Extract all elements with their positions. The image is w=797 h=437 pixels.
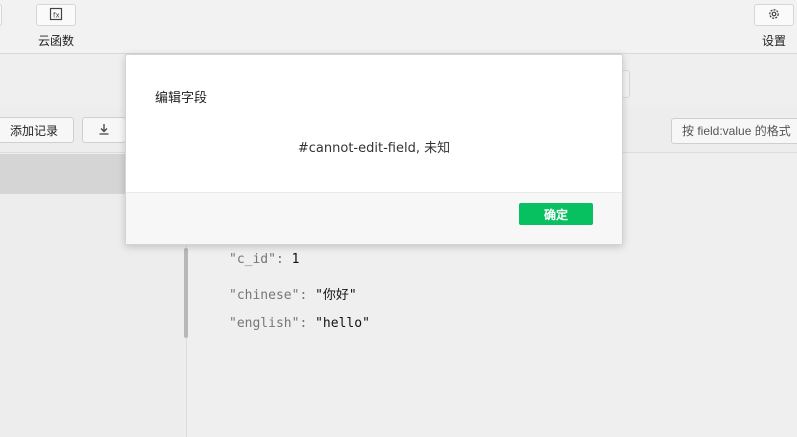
json-field-line: "chinese": "你好" [229,288,357,303]
json-key: "english" [229,316,300,331]
settings-label: 设置 [762,34,787,48]
filter-input[interactable]: 按 field:value 的格式 [671,118,797,144]
download-icon [97,121,111,140]
gear-icon [767,6,781,25]
json-value[interactable]: "你好" [315,288,357,303]
cloud-functions-button[interactable]: fx [36,4,76,26]
json-key: "c_id" [229,252,276,267]
json-value[interactable]: 1 [292,252,300,267]
settings-button[interactable] [754,4,794,26]
add-record-button[interactable]: 添加记录 [0,117,74,143]
cloud-functions-label: 云函数 [38,34,75,48]
svg-text:fx: fx [53,11,60,19]
function-box-icon: fx [49,6,63,25]
dialog-footer: 确定 [126,192,622,244]
json-value[interactable]: "hello" [315,316,370,331]
toolbar-button-partial[interactable] [0,4,2,26]
dialog-message: #cannot-edit-field, 未知 [297,141,451,156]
dialog-title: 编辑字段 [155,91,208,106]
json-key: "chinese" [229,288,300,303]
json-field-line: "english": "hello" [229,316,370,331]
json-field-line: "c_id": 1 [229,252,300,267]
confirm-button[interactable]: 确定 [519,203,593,225]
export-button[interactable] [82,117,126,143]
edit-field-dialog: 编辑字段 #cannot-edit-field, 未知 确定 [125,54,623,245]
top-toolbar: fx 云函数 设置 [0,0,797,54]
